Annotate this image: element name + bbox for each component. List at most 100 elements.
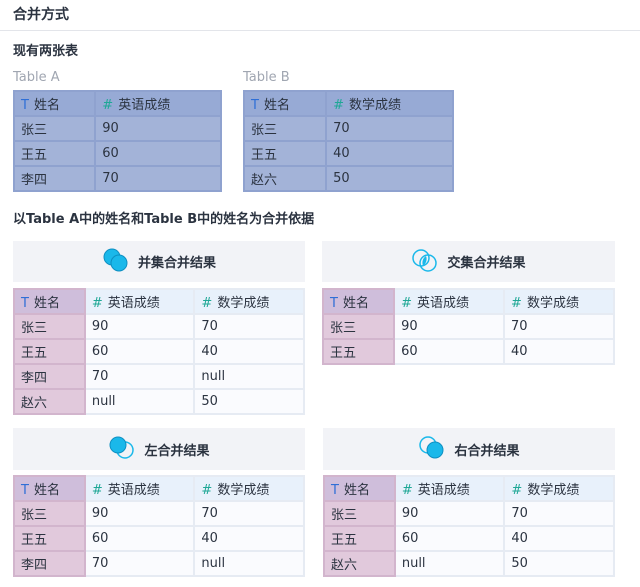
table-row: 王五40 <box>244 141 453 166</box>
section-title: 现有两张表 <box>13 40 78 59</box>
column-header-label: 数学成绩 <box>527 483 579 498</box>
column-header-label: 姓名 <box>343 296 369 311</box>
table-cell: null <box>395 551 505 576</box>
header-row: T 姓名 #英语成绩 <box>14 91 221 116</box>
table-row: 张三9070 <box>323 314 614 339</box>
table-cell: 张三 <box>14 314 85 339</box>
number-type-icon: # <box>102 98 113 113</box>
table-cell: null <box>85 389 195 414</box>
table-cell: 张三 <box>323 314 394 339</box>
panel-title: 右合并结果 <box>454 440 519 459</box>
table-b-label: Table B <box>243 70 290 85</box>
header-row: T姓名 # 英语成绩 #数学成绩 <box>323 289 614 314</box>
header-row: T姓名 # 英语成绩 # 数学成绩 <box>14 289 304 314</box>
column-header-label: 数学成绩 <box>217 483 269 498</box>
table-a-label: Table A <box>13 70 60 85</box>
intersection-result-table: T姓名#英语成绩#数学成绩张三9070王五6040 <box>322 288 615 365</box>
column-header[interactable]: T姓名 <box>14 476 85 501</box>
table-cell: 赵六 <box>324 551 395 576</box>
table-row: 王五6040 <box>324 526 614 551</box>
header-row: T姓名 # 英语成绩 # 数学成绩 <box>14 476 304 501</box>
column-header[interactable]: # 英语成绩 <box>85 289 195 314</box>
table-cell: 李四 <box>14 364 85 389</box>
table-a: T 姓名 #英语成绩张三90王五60李四70 <box>13 90 222 192</box>
text-type-icon: T <box>21 98 29 113</box>
number-type-icon: # <box>401 296 412 311</box>
table-cell: 王五 <box>14 526 85 551</box>
table-row: 张三90 <box>14 116 221 141</box>
number-type-icon: # <box>92 296 103 311</box>
column-header[interactable]: #数学成绩 <box>326 91 453 116</box>
union-panel-header: 并集合并结果 <box>13 241 305 282</box>
merge-basis-text: 以Table A中的姓名和Table B中的姓名为合并依据 <box>13 208 314 227</box>
column-header[interactable]: T 姓名 <box>14 91 95 116</box>
panel-title: 交集合并结果 <box>447 252 525 271</box>
panel-title: 并集合并结果 <box>138 252 216 271</box>
number-type-icon: # <box>402 483 413 498</box>
table-row: 赵六null50 <box>14 389 304 414</box>
table-cell: 王五 <box>14 339 85 364</box>
number-type-icon: # <box>201 296 212 311</box>
table-cell: 60 <box>395 526 505 551</box>
right-join-result-table: T姓名#英语成绩#数学成绩张三9070王五6040赵六null50 <box>323 475 615 577</box>
number-type-icon: # <box>92 483 103 498</box>
column-header-label: 姓名 <box>264 98 290 113</box>
intersection-icon <box>411 247 439 277</box>
table-cell: 70 <box>504 314 614 339</box>
left-join-result-table: T姓名#英语成绩#数学成绩张三9070王五6040李四70null <box>13 475 305 577</box>
union-result-table: T姓名#英语成绩#数学成绩张三9070王五6040李四70null赵六null5… <box>13 288 305 415</box>
table-cell: 60 <box>394 339 504 364</box>
column-header-label: 英语成绩 <box>108 296 160 311</box>
column-header[interactable]: # 英语成绩 <box>394 289 504 314</box>
table-cell: 40 <box>504 339 614 364</box>
table-cell: 60 <box>95 141 221 166</box>
column-header[interactable]: T姓名 <box>324 476 395 501</box>
table-cell: 50 <box>326 166 453 191</box>
table-cell: 赵六 <box>244 166 326 191</box>
column-header[interactable]: # 数学成绩 <box>504 476 614 501</box>
table-row: 赵六null50 <box>324 551 614 576</box>
left-join-icon <box>108 434 136 464</box>
table-row: 李四70null <box>14 364 304 389</box>
number-type-icon: # <box>201 483 212 498</box>
column-header[interactable]: # 数学成绩 <box>194 476 304 501</box>
table-row: 王五60 <box>14 141 221 166</box>
table-cell: 40 <box>194 339 304 364</box>
column-header[interactable]: #英语成绩 <box>395 476 505 501</box>
panel-title: 左合并结果 <box>144 440 209 459</box>
table-cell: 李四 <box>14 551 85 576</box>
table-cell: 40 <box>504 526 614 551</box>
text-type-icon: T <box>251 98 259 113</box>
table-cell: 70 <box>194 501 304 526</box>
column-header-label: 英语成绩 <box>417 296 469 311</box>
column-header-label: 数学成绩 <box>217 296 269 311</box>
table-cell: 王五 <box>244 141 326 166</box>
number-type-icon: # <box>511 483 522 498</box>
column-header[interactable]: # 英语成绩 <box>85 476 195 501</box>
column-header-label: 姓名 <box>34 98 60 113</box>
header-row: T姓名#英语成绩#数学成绩 <box>324 476 614 501</box>
column-header-label: 英语成绩 <box>108 483 160 498</box>
right-join-panel-header: 右合并结果 <box>323 428 615 470</box>
column-header[interactable]: T姓名 <box>14 289 85 314</box>
left-join-panel-header: 左合并结果 <box>13 428 305 470</box>
table-cell: 50 <box>194 389 304 414</box>
text-type-icon: T <box>331 483 339 498</box>
column-header[interactable]: # 数学成绩 <box>194 289 304 314</box>
table-cell: 90 <box>394 314 504 339</box>
number-type-icon: # <box>333 98 344 113</box>
table-row: 李四70 <box>14 166 221 191</box>
column-header[interactable]: #数学成绩 <box>504 289 614 314</box>
column-header-label: 姓名 <box>34 296 60 311</box>
table-cell: 60 <box>85 339 195 364</box>
column-header-label: 数学成绩 <box>527 296 579 311</box>
column-header[interactable]: T 姓名 <box>244 91 326 116</box>
column-header[interactable]: #英语成绩 <box>95 91 221 116</box>
column-header-label: 姓名 <box>34 483 60 498</box>
intersection-panel-header: 交集合并结果 <box>322 241 615 282</box>
table-cell: null <box>194 551 304 576</box>
table-cell: 张三 <box>244 116 326 141</box>
column-header[interactable]: T姓名 <box>323 289 394 314</box>
table-cell: 70 <box>85 551 195 576</box>
right-join-icon <box>418 434 446 464</box>
